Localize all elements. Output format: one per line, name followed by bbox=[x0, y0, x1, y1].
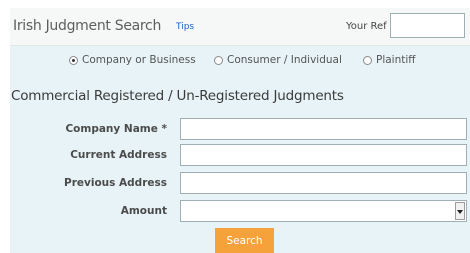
search-button[interactable]: Search bbox=[215, 228, 274, 253]
company-name-label: Company Name * bbox=[65, 123, 167, 135]
company-name-input[interactable] bbox=[180, 118, 467, 140]
panel-title: Irish Judgment Search bbox=[13, 18, 162, 34]
radio-label-plaintiff[interactable]: Plaintiff bbox=[376, 54, 416, 66]
amount-select[interactable] bbox=[180, 200, 467, 222]
chevron-down-icon[interactable] bbox=[455, 202, 465, 220]
previous-address-input[interactable] bbox=[180, 172, 467, 194]
amount-label: Amount bbox=[120, 205, 167, 217]
previous-address-label: Previous Address bbox=[64, 177, 167, 189]
radio-company-or-business[interactable] bbox=[69, 56, 78, 65]
radio-plaintiff[interactable] bbox=[363, 56, 372, 65]
current-address-input[interactable] bbox=[180, 144, 467, 166]
your-ref-label: Your Ref bbox=[346, 21, 387, 32]
judgment-search-panel: Irish Judgment Search Tips Your Ref Comp… bbox=[10, 8, 470, 253]
radio-label-company-or-business[interactable]: Company or Business bbox=[82, 54, 196, 66]
your-ref-input[interactable] bbox=[390, 13, 465, 38]
panel-header: Irish Judgment Search Tips Your Ref bbox=[10, 8, 470, 46]
current-address-label: Current Address bbox=[70, 149, 167, 161]
section-title: Commercial Registered / Un-Registered Ju… bbox=[11, 88, 344, 104]
radio-consumer-individual[interactable] bbox=[214, 56, 223, 65]
tips-link[interactable]: Tips bbox=[176, 22, 194, 32]
search-type-radio-group: Company or Business Consumer / Individua… bbox=[10, 54, 470, 70]
radio-label-consumer-individual[interactable]: Consumer / Individual bbox=[227, 54, 342, 66]
